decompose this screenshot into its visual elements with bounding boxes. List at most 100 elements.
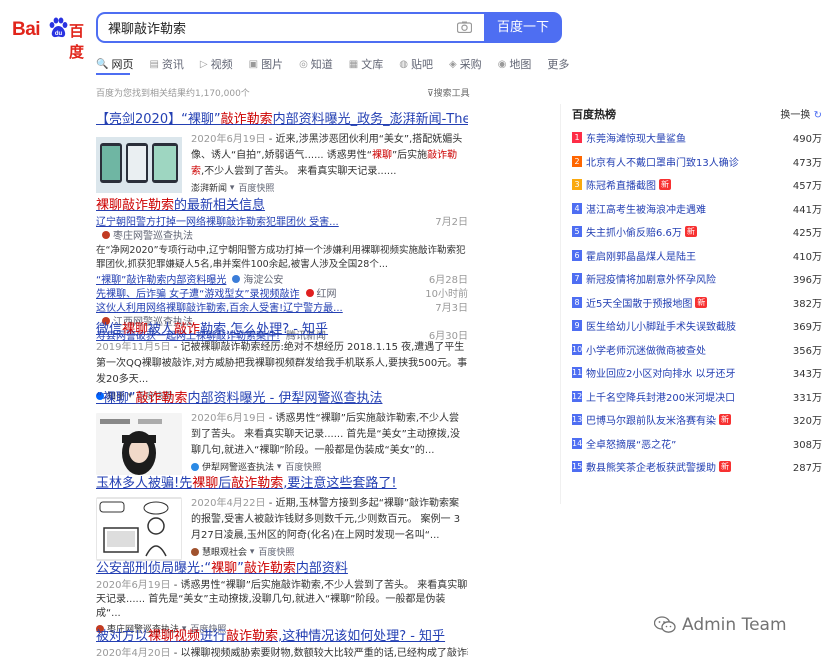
hot-item-count: 287万 (792, 463, 822, 475)
hot-item-title[interactable]: 巴博马尔跟前队友米洛赛有染 (586, 412, 716, 427)
source-logo-icon (232, 275, 241, 283)
hot-item-title[interactable]: 失主抓小偷反赔6.6万 (586, 224, 682, 239)
news-title[interactable]: 辽宁朝阳警方打掉一网络裸聊敲诈勒索犯罪团伙 受害... (96, 217, 339, 228)
title-text: 微信 (96, 322, 123, 337)
title-text: 【亮剑2020】“裸聊” (96, 112, 221, 127)
hot-item-count: 331万 (792, 392, 822, 404)
tab-purchase[interactable]: ◈ 采购 (449, 55, 482, 73)
watermark: Admin Team (654, 615, 787, 635)
result-thumbnail[interactable] (96, 411, 182, 477)
chevron-down-icon[interactable]: ▾ (227, 183, 235, 193)
hot-item-title[interactable]: 物业回应2小区对向排水 以牙还牙 (586, 365, 736, 380)
hot-list-item[interactable]: 2 北京有人不戴口罩串门致13人确诊 473万 (572, 150, 822, 174)
hot-item-title[interactable]: 全卓怒摘展“恶之花” (586, 436, 676, 451)
chevron-down-icon[interactable]: ▾ (247, 547, 255, 557)
source-logo-icon (305, 289, 314, 297)
tab-images[interactable]: ▣ 图片 (249, 55, 283, 73)
baidu-logo[interactable]: Bai du 百度 (12, 17, 88, 61)
hot-list-title: 百度热榜 (572, 108, 616, 121)
new-badge: 新 (719, 461, 731, 473)
snippet-highlight: 裸聊 (371, 150, 392, 161)
hot-item-title[interactable]: 医生给幼儿小脚趾手术失误致截肢 (586, 318, 736, 333)
result-count: 百度为您找到相关结果约1,170,000个 (96, 89, 250, 99)
hot-list-item[interactable]: 1 东莞海滩惊现大量鲨鱼 490万 (572, 126, 822, 150)
refresh-button[interactable]: 换一换 ↻ (780, 106, 822, 122)
hot-list-item[interactable]: 3 陈冠希直播截图新 457万 (572, 173, 822, 197)
hot-list-item[interactable]: 12 上千名空降兵封港200米河堤决口 331万 (572, 385, 822, 409)
news-item[interactable]: “裸聊”敲诈勒索内部资料曝光 海淀公安 6月28日 (96, 274, 468, 288)
result-title-link[interactable]: 玉林多人被骗!先裸聊后敲诈勒索,要注意这些套路了! (96, 472, 468, 491)
title-highlight: 裸聊敲诈勒索 (96, 198, 175, 213)
result-title-link[interactable]: “裸聊”敲诈勒索内部资料曝光 - 伊犁网警巡查执法 (96, 387, 468, 406)
search-input[interactable] (98, 14, 438, 41)
tab-tieba[interactable]: ◍ 贴吧 (399, 55, 433, 73)
tab-map[interactable]: ◉ 地图 (498, 55, 532, 73)
search-button[interactable]: 百度一下 (484, 12, 562, 43)
hot-item-title[interactable]: 湛江高考生被海浪冲走遇难 (586, 201, 706, 216)
cache-link[interactable]: 百度快照 (238, 181, 274, 194)
snippet-text: ,不少人尝到了苦头。 来看真实聊天记录...... (201, 166, 397, 177)
new-badge: 新 (719, 414, 731, 426)
news-title[interactable]: “裸聊”敲诈勒索内部资料曝光 (96, 275, 226, 286)
news-title[interactable]: 这伙人利用网络裸聊敲诈勒索,百余人受害!辽宁警方最... (96, 303, 343, 314)
hot-item-title[interactable]: 新冠疫情将加剧意外怀孕风险 (586, 271, 716, 286)
wenku-icon: ▦ (348, 58, 359, 70)
hot-list-item[interactable]: 4 湛江高考生被海浪冲走遇难 441万 (572, 197, 822, 221)
hot-item-title[interactable]: 霍启刚郭晶晶煤人是陆王 (586, 248, 696, 263)
result-title-link[interactable]: 被对方以裸聊视频进行敲诈勒索,这种情况该如何处理? - 知乎 (96, 625, 468, 644)
result-thumbnail[interactable] (96, 132, 182, 198)
hot-list-item[interactable]: 13 巴博马尔跟前队友米洛赛有染新 320万 (572, 408, 822, 432)
map-icon: ◉ (497, 58, 507, 70)
result-title-link[interactable]: 微信裸聊被人敲诈勒索,怎么处理? - 知乎 (96, 318, 468, 337)
result-date: 2020年4月22日 (191, 498, 266, 509)
hot-list-item[interactable]: 9 医生给幼儿小脚趾手术失误致截肢 369万 (572, 314, 822, 338)
result-title-link[interactable]: 【亮剑2020】“裸聊”敲诈勒索内部资料曝光_政务_澎湃新闻-The... (96, 108, 468, 127)
result-title-link[interactable]: 公安部刑侦局曝光:“裸聊”敲诈勒索内部资料 (96, 557, 468, 576)
title-text: 的最新相关信息 (174, 198, 266, 213)
tab-web[interactable]: 🔍 网页 (96, 55, 133, 73)
chevron-down-icon[interactable]: ▾ (274, 462, 282, 472)
tab-more[interactable]: 更多 (547, 55, 569, 73)
search-tools-button[interactable]: ⊽搜索工具 (427, 86, 470, 99)
hot-list-item[interactable]: 11 物业回应2小区对向排水 以牙还牙 343万 (572, 361, 822, 385)
camera-icon[interactable] (457, 21, 472, 33)
result-thumbnail[interactable] (96, 496, 182, 562)
hot-list-item[interactable]: 10 小学老师沉迷做微商被查处 356万 (572, 338, 822, 362)
hot-item-title[interactable]: 敷县熊笑茶企老板获武警援助 (586, 459, 716, 474)
hot-list-item[interactable]: 5 失主抓小偷反赔6.6万新 425万 (572, 220, 822, 244)
news-block-title[interactable]: 裸聊敲诈勒索的最新相关信息 (96, 194, 468, 213)
hot-item-title[interactable]: 近5天全国散于预报地图 (586, 295, 692, 310)
tab-video[interactable]: ▷ 视频 (200, 55, 233, 73)
video-icon: ▷ (199, 58, 208, 70)
hot-item-title[interactable]: 陈冠希直播截图 (586, 177, 656, 192)
hot-list-item[interactable]: 7 新冠疫情将加剧意外怀孕风险 396万 (572, 267, 822, 291)
news-item[interactable]: 辽宁朝阳警方打掉一网络裸聊敲诈勒索犯罪团伙 受害... 枣庄网警巡查执法 7月2日 (96, 216, 468, 244)
hot-rank-badge: 7 (572, 273, 582, 285)
tab-wenku[interactable]: ▦ 文库 (349, 55, 383, 73)
tab-label: 网页 (111, 58, 134, 71)
search-result: 【亮剑2020】“裸聊”敲诈勒索内部资料曝光_政务_澎湃新闻-The... 20… (96, 108, 468, 198)
title-highlight: 敲诈勒索 (231, 476, 284, 491)
tab-zhidao[interactable]: ◎ 知道 (299, 55, 333, 73)
hot-item-title[interactable]: 北京有人不戴口罩串门致13人确诊 (586, 154, 739, 169)
result-source[interactable]: 澎湃新闻 (191, 181, 227, 194)
tab-news[interactable]: ▤ 资讯 (149, 55, 183, 73)
result-snippet: 2020年4月20日 - 以裸聊视频威胁索要财物,数额较大比较严重的话,已经构成… (96, 646, 468, 660)
result-snippet: 2019年11月5日 - 记被裸聊敲诈勒索经历:绝对不想经历 2018.1.15… (96, 340, 468, 388)
hot-list-item[interactable]: 14 全卓怒摘展“恶之花” 308万 (572, 432, 822, 456)
hot-list-item[interactable]: 8 近5天全国散于预报地图新 382万 (572, 291, 822, 315)
hot-list-item[interactable]: 15 敷县熊笑茶企老板获武警援助新 287万 (572, 455, 822, 479)
hot-rank-badge: 8 (572, 296, 582, 308)
news-item[interactable]: 先裸聊、后诈骗 女子遭“游戏型女”录视频敲诈 红网 10小时前 (96, 288, 468, 302)
tab-label: 文库 (361, 58, 384, 71)
hot-item-count: 356万 (792, 345, 822, 357)
hot-item-title[interactable]: 上千名空降兵封港200米河堤决口 (586, 389, 735, 404)
news-title[interactable]: 先裸聊、后诈骗 女子遭“游戏型女”录视频敲诈 (96, 289, 300, 300)
paw-icon: du (49, 17, 68, 38)
title-text: 玉林多人被骗!先 (96, 476, 193, 491)
hot-list-item[interactable]: 6 霍启刚郭晶晶煤人是陆王 410万 (572, 244, 822, 268)
new-badge: 新 (695, 296, 708, 308)
hot-item-title[interactable]: 小学老师沉迷做微商被查处 (586, 342, 706, 357)
hot-item-title[interactable]: 东莞海滩惊现大量鲨鱼 (586, 130, 686, 145)
tab-label: 采购 (459, 58, 482, 71)
